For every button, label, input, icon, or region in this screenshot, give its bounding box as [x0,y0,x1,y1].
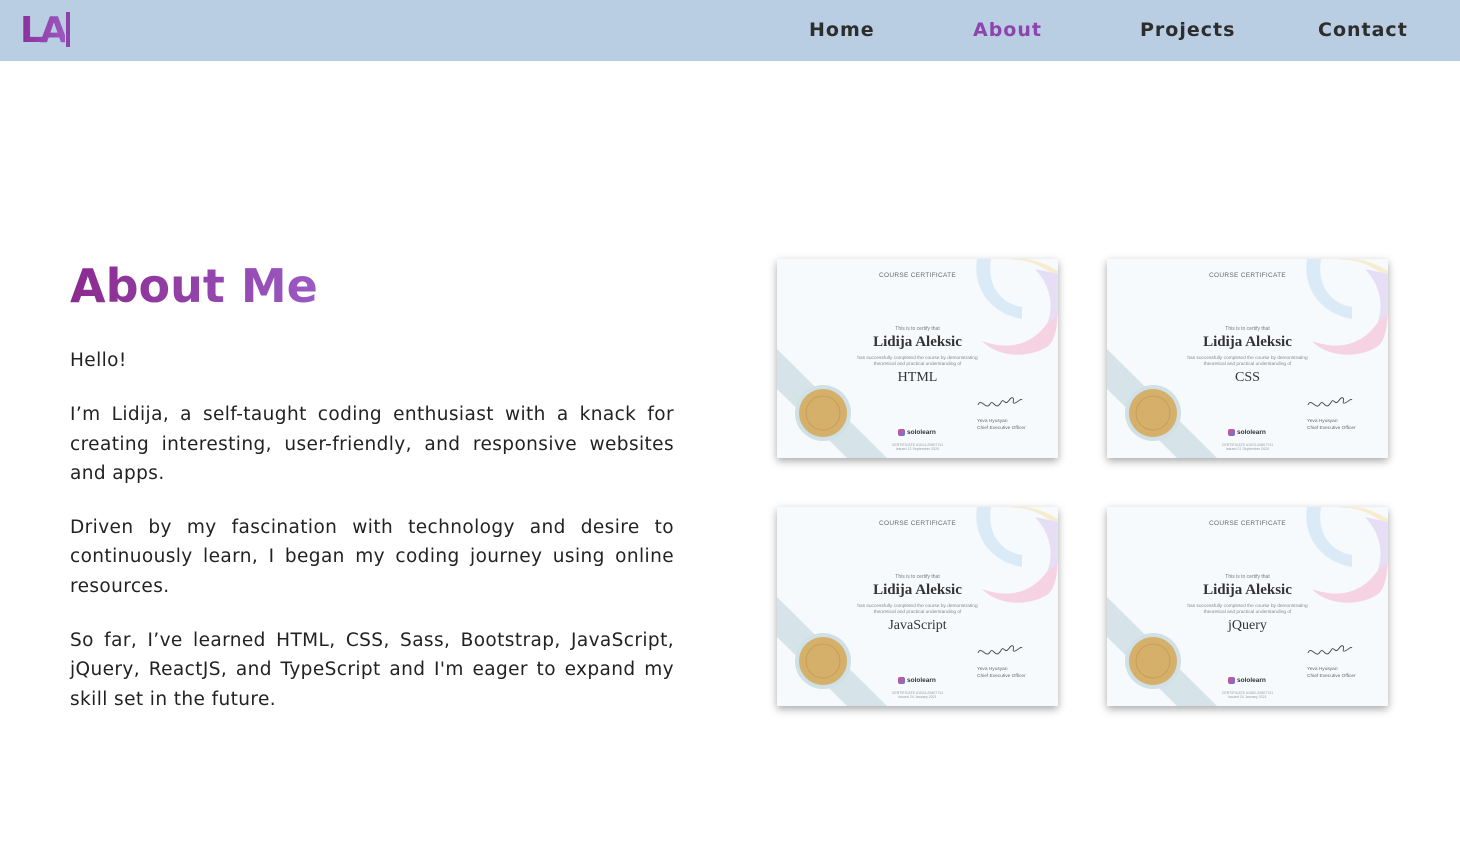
certificate-css[interactable]: COURSE CERTIFICATE This is to certify th… [1107,259,1388,458]
certificate-html[interactable]: COURSE CERTIFICATE This is to certify th… [777,259,1058,458]
signer-title: Chief Executive Officer [1307,425,1356,431]
certificate-course: jQuery [1228,618,1267,633]
certificate-jquery[interactable]: COURSE CERTIFICATE This is to certify th… [1107,507,1388,706]
certificate-signer: Yeva Hyusyan Chief Executive Officer [1307,667,1387,680]
navbar: LA Home About Projects Contact [0,0,1460,61]
certificate-footer: CERTIFICATE #1014-20807741 Issued 12 Sep… [777,443,1058,452]
signature-icon [1307,397,1353,407]
certificate-certify-text: This is to certify that [1225,326,1270,332]
page-title: About Me [70,259,318,313]
certificate-course: HTML [897,370,938,385]
signature-icon [977,645,1023,655]
signature-icon [1307,645,1353,655]
certificate-header: COURSE CERTIFICATE [878,520,957,527]
certificate-name: Lidija Aleksic [1203,582,1292,598]
signer-name: Yeva Hyusyan [1307,667,1338,672]
logo[interactable]: LA [20,9,68,53]
nav-link-about[interactable]: About [973,18,1042,42]
about-paragraph: Hello! [70,350,127,371]
logo-cursor [66,12,70,47]
certificate-description: has successfully completed the course by… [857,604,978,615]
certificate-date: Issued 24 January 2021 [1228,695,1267,700]
signer-title: Chief Executive Officer [977,673,1026,679]
signature-icon [977,397,1023,407]
certificate-course: JavaScript [888,618,947,633]
certificate-footer: CERTIFICATE #1023-20807741 Issued 21 Sep… [1107,443,1388,452]
nav-link-projects[interactable]: Projects [1140,18,1235,42]
certificate-description: has successfully completed the course by… [1187,604,1308,615]
certificate-certify-text: This is to certify that [895,326,940,332]
certificate-header: COURSE CERTIFICATE [1208,520,1287,527]
about-text: Hello! I’m Lidija, a self-taught coding … [70,346,674,739]
certificate-date: Issued 24 January 2021 [898,695,937,700]
signer-name: Yeva Hyusyan [1307,419,1338,424]
about-paragraph: Driven by my fascination with technology… [70,517,674,597]
certificate-date: Issued 21 September 2020 [1225,447,1270,452]
sololearn-logo-icon [1228,677,1235,684]
certificate-certify-text: This is to certify that [1225,574,1270,580]
nav-link-contact[interactable]: Contact [1318,18,1408,42]
signer-name: Yeva Hyusyan [977,667,1008,672]
certificate-header: COURSE CERTIFICATE [878,272,957,279]
about-paragraph: I’m Lidija, a self-taught coding enthusi… [70,404,674,484]
certificate-description: has successfully completed the course by… [1187,356,1308,367]
certificate-certify-text: This is to certify that [895,574,940,580]
signer-name: Yeva Hyusyan [977,419,1008,424]
certificate-course: CSS [1235,370,1260,385]
certificate-brand: sololearn [907,677,936,684]
certificate-brand: sololearn [1237,429,1266,436]
certificate-name: Lidija Aleksic [1203,334,1292,350]
certificate-signer: Yeva Hyusyan Chief Executive Officer [977,419,1057,432]
certificate-javascript[interactable]: COURSE CERTIFICATE This is to certify th… [777,507,1058,706]
certificate-signer: Yeva Hyusyan Chief Executive Officer [977,667,1057,680]
certificate-date: Issued 12 September 2020 [895,447,940,452]
signer-title: Chief Executive Officer [977,425,1026,431]
certificate-brand: sololearn [1237,677,1266,684]
about-paragraph: So far, I’ve learned HTML, CSS, Sass, Bo… [70,630,674,710]
nav-link-home[interactable]: Home [809,18,875,42]
certificate-name: Lidija Aleksic [873,582,962,598]
sololearn-logo-icon [898,677,905,684]
certificate-signer: Yeva Hyusyan Chief Executive Officer [1307,419,1387,432]
sololearn-logo-icon [1228,429,1235,436]
certificate-header: COURSE CERTIFICATE [1208,272,1287,279]
certificate-description: has successfully completed the course by… [857,356,978,367]
certificate-footer: CERTIFICATE #1024-20807741 Issued 24 Jan… [777,691,1058,700]
certificate-name: Lidija Aleksic [873,334,962,350]
certificate-brand: sololearn [907,429,936,436]
certificate-footer: CERTIFICATE #1082-20807741 Issued 24 Jan… [1107,691,1388,700]
signer-title: Chief Executive Officer [1307,673,1356,679]
sololearn-logo-icon [898,429,905,436]
